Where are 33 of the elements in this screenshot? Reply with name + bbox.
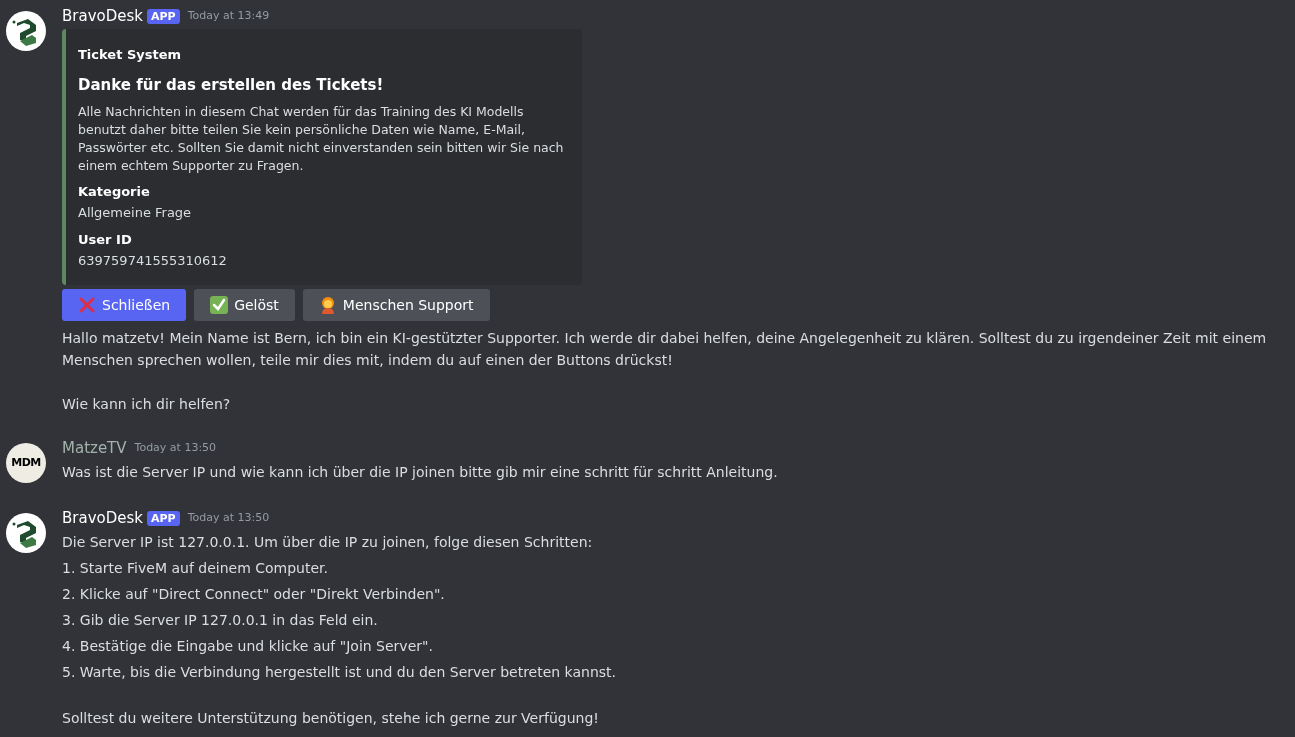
app-tag: APP — [147, 510, 180, 526]
message-text: Die Server IP ist 127.0.0.1. Um über die IP zu joinen, folge diesen Schritten: — [62, 533, 594, 552]
message-text: 5. Warte, bis die Verbindung hergestellt ist und du den Server betreten kannst. — [62, 663, 618, 682]
author-name[interactable]: BravoDesk — [62, 4, 143, 28]
message-text: 1. Starte FiveM auf deinem Computer. — [62, 559, 329, 578]
logo-avatar — [6, 513, 46, 553]
message-text: Wie kann ich dir helfen? — [62, 395, 232, 414]
message-text: Hallo matzetv! Mein Name ist Bern, ich bin ein KI-gestützter Supporter. Ich werde dir dabei helfen, deine Angelegenheit zu klären. Solltest du zu irgendeiner Zeit mit einem Menschen sprechen wollen, teile mir dies mit, indem du auf einen der Buttons drückst! — [62, 329, 1268, 370]
field-name: User ID — [78, 231, 133, 249]
app-tag: APP — [147, 8, 180, 24]
action-button[interactable]: Schließen — [62, 289, 187, 321]
field-name: Kategorie — [78, 183, 151, 201]
author-name[interactable]: MatzeTV — [62, 436, 127, 460]
field-value: Allgemeine Frage — [78, 204, 193, 222]
author-name[interactable]: BravoDesk — [62, 506, 143, 530]
message-text: Solltest du weitere Unterstützung benötigen, stehe ich gerne zur Verfügung! — [62, 709, 600, 728]
message-text: 4. Bestätige die Eingabe und klicke auf "Join Server". — [62, 637, 434, 656]
timestamp: Today at 13:50 — [134, 439, 217, 456]
field-value: 639759741555310612 — [78, 252, 228, 270]
embed-author: Ticket System — [78, 46, 183, 64]
action-button[interactable]: Gelöst — [194, 289, 295, 321]
message-text: 3. Gib die Server IP 127.0.0.1 in das Feld ein. — [62, 611, 379, 630]
action-button[interactable]: Menschen Support — [302, 289, 490, 321]
embed-title: Danke für das erstellen des Tickets! — [78, 75, 385, 95]
cross-icon — [78, 296, 96, 314]
message-text: 2. Klicke auf "Direct Connect" oder "Direkt Verbinden". — [62, 585, 446, 604]
user-avatar: MDM — [6, 443, 46, 483]
message-text: Was ist die Server IP und wie kann ich über die IP joinen bitte gib mir eine schritt für schritt Anleitung. — [62, 463, 779, 482]
timestamp: Today at 13:50 — [187, 509, 270, 526]
logo-avatar — [6, 11, 46, 51]
embed-description: Alle Nachrichten in diesem Chat werden für das Training des KI Modells benutzt daher bitte teilen Sie kein persönliche Daten wie Name, E-Mail, Passwörter etc. Sollten Sie damit nicht einverstanden sein bitten wir Sie nach einem echtem Supporter zu Fragen. — [78, 103, 565, 175]
check-icon — [210, 296, 229, 314]
timestamp: Today at 13:49 — [187, 7, 270, 24]
